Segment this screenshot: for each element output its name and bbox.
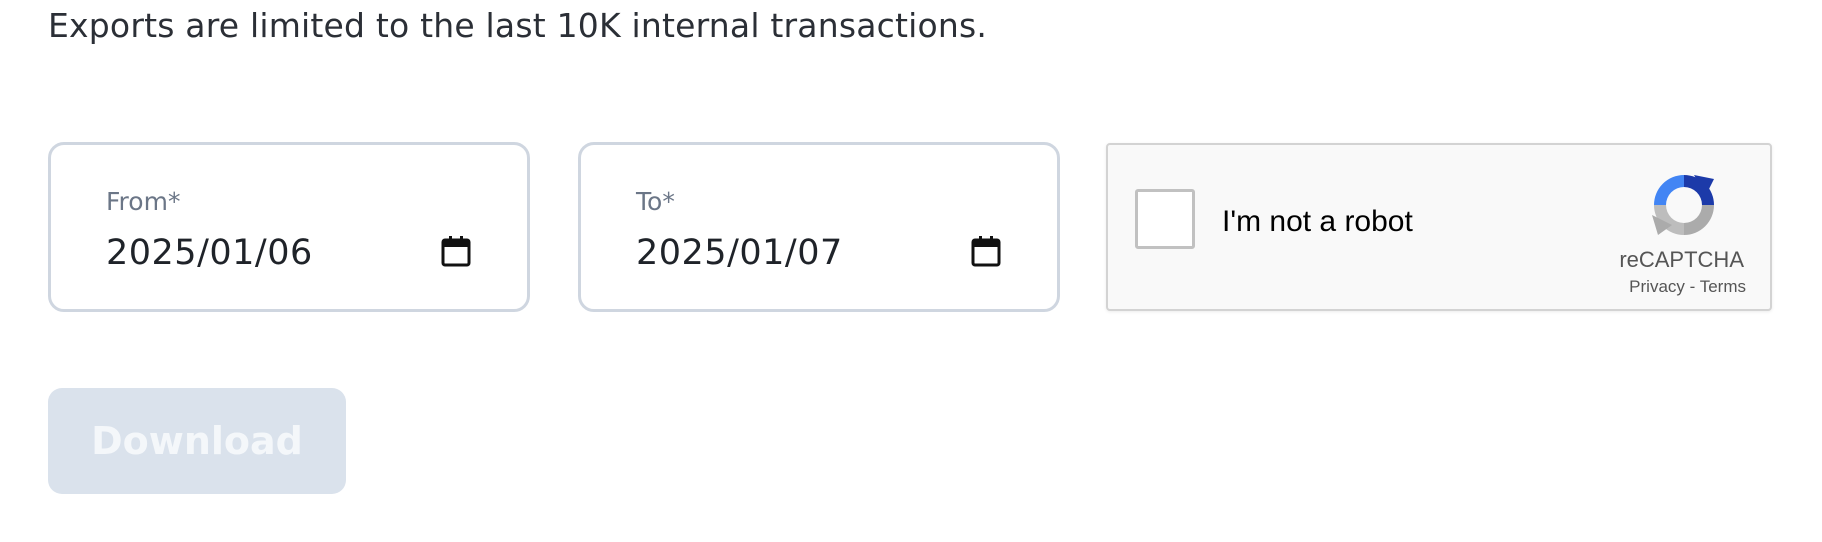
recaptcha-label: I'm not a robot — [1222, 205, 1413, 238]
recaptcha-terms-link[interactable]: Terms — [1700, 277, 1746, 296]
to-date-label: To* — [636, 187, 675, 216]
recaptcha-brand: reCAPTCHA — [1619, 247, 1744, 272]
download-button[interactable]: Download — [48, 388, 346, 494]
calendar-icon[interactable] — [971, 235, 1001, 267]
recaptcha-links: Privacy - Terms — [1629, 277, 1746, 297]
recaptcha-link-separator: - — [1684, 277, 1700, 296]
recaptcha-checkbox[interactable] — [1135, 189, 1195, 249]
from-date-field[interactable]: From* 2025/01/06 — [48, 142, 530, 312]
recaptcha-widget: I'm not a robot reCAPTCHA Privacy - Term… — [1106, 143, 1772, 311]
from-date-label: From* — [106, 187, 181, 216]
calendar-icon[interactable] — [441, 235, 471, 267]
to-date-value[interactable]: 2025/01/07 — [636, 233, 843, 273]
recaptcha-privacy-link[interactable]: Privacy — [1629, 277, 1685, 296]
from-date-value[interactable]: 2025/01/06 — [106, 233, 313, 273]
to-date-field[interactable]: To* 2025/01/07 — [578, 142, 1060, 312]
recaptcha-logo-icon — [1652, 175, 1714, 235]
export-limit-notice: Exports are limited to the last 10K inte… — [48, 6, 988, 45]
